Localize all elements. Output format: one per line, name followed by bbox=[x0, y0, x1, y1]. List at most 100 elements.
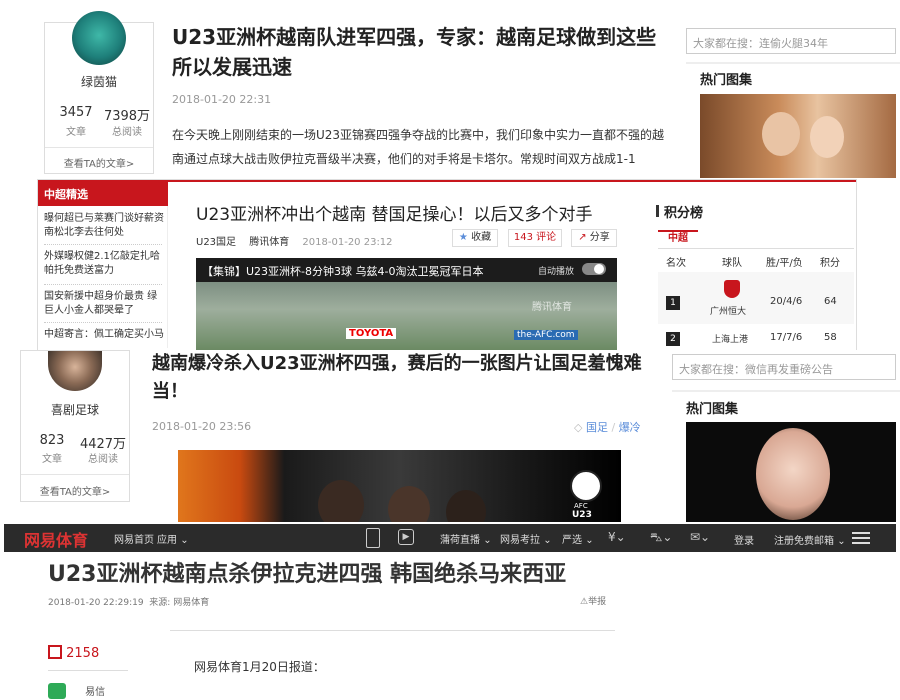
watermark: 腾讯体育 bbox=[532, 302, 572, 313]
view-articles-link[interactable]: 查看TA的文章> bbox=[21, 483, 129, 498]
divider bbox=[45, 147, 153, 148]
chevron-down-icon: ⌄ bbox=[543, 535, 552, 546]
gallery-image[interactable] bbox=[700, 94, 896, 178]
afc-label: AFC bbox=[574, 502, 588, 510]
autoplay-label: 自动播放 bbox=[538, 267, 575, 277]
person-face bbox=[810, 116, 844, 158]
article-body: 在今天晚上刚刚结束的一场U23亚锦赛四强争夺战的比赛中，我们印象中实力一直都不强… bbox=[172, 128, 665, 166]
nav-apps-label: 应用 bbox=[157, 535, 177, 546]
standings-panel: 积分榜 中超 名次 球队 胜/平/负 积分 1 广州恒大 20/4/6 64 2… bbox=[652, 194, 856, 350]
player-head bbox=[318, 480, 364, 522]
collect-label: 收藏 bbox=[471, 232, 492, 243]
register-mail-label: 注册免费邮箱 bbox=[774, 536, 834, 547]
tag-link[interactable]: 爆冷 bbox=[619, 421, 641, 434]
nav-item[interactable]: 网易考拉 ⌄ bbox=[500, 531, 552, 546]
tab-csl[interactable]: 中超 bbox=[658, 230, 698, 246]
avatar[interactable] bbox=[72, 11, 126, 65]
afc-logo-icon bbox=[570, 470, 602, 502]
list-item[interactable]: 外媒曝权健2.1亿敲定扎哈 帕托免费送富力 bbox=[44, 250, 164, 278]
publish-date: 2018-01-20 23:12 bbox=[302, 237, 393, 248]
column-header: 积分 bbox=[820, 258, 840, 269]
author-name[interactable]: 喜剧足球 bbox=[21, 401, 129, 418]
team-logo-icon bbox=[724, 280, 740, 298]
chevron-down-icon: ⌄ bbox=[837, 536, 846, 547]
comment-count-button[interactable]: 2158 bbox=[48, 645, 99, 661]
star-icon: ★ bbox=[458, 232, 468, 243]
list-item[interactable]: 曝何超已与莱赛门谈好薪资 南松北李去往何处 bbox=[44, 212, 164, 240]
table-row[interactable]: 1 广州恒大 20/4/6 64 bbox=[658, 272, 854, 324]
report-link[interactable]: ⚠举报 bbox=[580, 594, 606, 607]
stat-reads-label: 总阅读 bbox=[112, 127, 142, 138]
nav-live-label: 蒲荷直播 bbox=[440, 535, 480, 546]
table-row[interactable]: 2 上海上港 17/7/6 58 bbox=[658, 328, 854, 350]
page-title: U23亚洲杯越南点杀伊拉克进四强 韩国绝杀马来西亚 bbox=[48, 562, 567, 587]
team-points: 58 bbox=[824, 332, 837, 343]
logo-sub: 体育 bbox=[56, 531, 89, 550]
person-face bbox=[756, 428, 830, 520]
netease-topbar: 网易体育 网易首页 应用 ⌄ ▶ 蒲荷直播 ⌄ 网易考拉 ⌄ 严选 ⌄ ¥⌄ ⛍… bbox=[4, 524, 896, 552]
yixin-share-button[interactable]: 易信 bbox=[48, 680, 105, 699]
column-header: 名次 bbox=[666, 258, 686, 269]
nav-item[interactable]: 注册免费邮箱 ⌄ bbox=[774, 532, 846, 547]
article-image: AFC U23 bbox=[178, 450, 621, 522]
share-button[interactable]: ↗ 分享 bbox=[571, 229, 617, 247]
list-item[interactable]: 中超寄言：佩工确定买小马 bbox=[44, 328, 164, 344]
divider bbox=[44, 244, 162, 245]
site-logo[interactable]: 网易体育 bbox=[24, 527, 88, 551]
hot-gallery-heading: 热门图集 bbox=[700, 73, 753, 88]
nav-item[interactable]: 蒲荷直播 ⌄ bbox=[440, 531, 492, 546]
nav-item[interactable]: 严选 ⌄ bbox=[562, 531, 594, 546]
nav-item[interactable]: 网易首页 bbox=[114, 531, 154, 546]
person-face bbox=[762, 112, 800, 156]
chevron-down-icon: ⌄ bbox=[180, 535, 189, 546]
edit-icon bbox=[48, 645, 62, 659]
nav-yanxuan-label: 严选 bbox=[562, 535, 582, 546]
search-input[interactable]: 大家都在搜：微信再发重磅公告 bbox=[672, 354, 896, 380]
comment-button[interactable]: 143 评论 bbox=[508, 229, 562, 247]
comment-label: 143 评论 bbox=[513, 232, 557, 243]
tab-csl-label: 中超 bbox=[668, 233, 688, 244]
divider bbox=[21, 474, 129, 475]
hot-gallery-heading: 热门图集 bbox=[686, 402, 739, 417]
video-player[interactable]: 【集锦】U23亚洲杯-8分钟3球 乌兹4-0淘汰卫冕冠军日本 自动播放 腾讯体育… bbox=[196, 258, 617, 350]
player-head bbox=[446, 490, 486, 522]
stat-reads-label: 总阅读 bbox=[88, 454, 118, 465]
login-link[interactable]: 登录 bbox=[734, 532, 754, 547]
search-input[interactable]: 大家都在搜：连偷火腿34年 bbox=[686, 28, 896, 54]
tag-link[interactable]: U23国足 bbox=[196, 237, 236, 248]
share-icon: ↗ bbox=[578, 232, 587, 243]
sidebar-list: 曝何超已与莱赛门谈好薪资 南松北李去往何处 外媒曝权健2.1亿敲定扎哈 帕托免费… bbox=[38, 206, 168, 348]
nav-item[interactable]: 应用 ⌄ bbox=[157, 531, 189, 546]
standings-title: 积分榜 bbox=[664, 206, 704, 221]
cart-icon[interactable]: ⛍⌄ bbox=[650, 530, 672, 546]
sidebar-header-label: 中超精选 bbox=[44, 188, 88, 201]
stat-articles-label: 文章 bbox=[42, 454, 62, 465]
article-meta: 2018-01-20 22:29:19 来源: 网易体育 bbox=[48, 598, 210, 608]
avatar[interactable] bbox=[48, 351, 102, 391]
rank-badge: 1 bbox=[666, 296, 680, 310]
nav-kaola-label: 网易考拉 bbox=[500, 535, 540, 546]
autoplay-toggle[interactable] bbox=[582, 263, 606, 275]
menu-icon[interactable] bbox=[852, 532, 870, 544]
phone-icon[interactable] bbox=[366, 528, 380, 548]
collect-button[interactable]: ★ 收藏 bbox=[452, 229, 498, 247]
currency-icon[interactable]: ¥⌄ bbox=[608, 530, 626, 544]
stat-reads-value: 7398万 bbox=[103, 109, 151, 124]
play-icon[interactable]: ▶ bbox=[398, 529, 414, 545]
tag-icon: ◇ bbox=[574, 421, 583, 434]
yixin-icon bbox=[48, 682, 66, 699]
author-name[interactable]: 绿茵猫 bbox=[45, 73, 153, 90]
gallery-image[interactable] bbox=[686, 422, 896, 522]
stat-articles-value: 823 bbox=[39, 433, 65, 448]
publish-date: 2018-01-20 22:31 bbox=[172, 93, 272, 106]
publish-date: 2018-01-20 23:56 bbox=[152, 420, 252, 433]
chevron-down-icon: ⌄ bbox=[483, 535, 492, 546]
report-label: 举报 bbox=[588, 597, 607, 607]
mail-icon[interactable]: ✉⌄ bbox=[690, 530, 710, 544]
column-header: 球队 bbox=[722, 258, 742, 269]
ad-board-text: TOYOTA bbox=[346, 328, 397, 339]
tag-link[interactable]: 国足 bbox=[586, 421, 608, 434]
list-item[interactable]: 国安新援中超身价最贵 绿巨人小金人都哭晕了 bbox=[44, 290, 164, 318]
view-articles-link[interactable]: 查看TA的文章> bbox=[45, 155, 153, 170]
divider bbox=[44, 322, 162, 323]
